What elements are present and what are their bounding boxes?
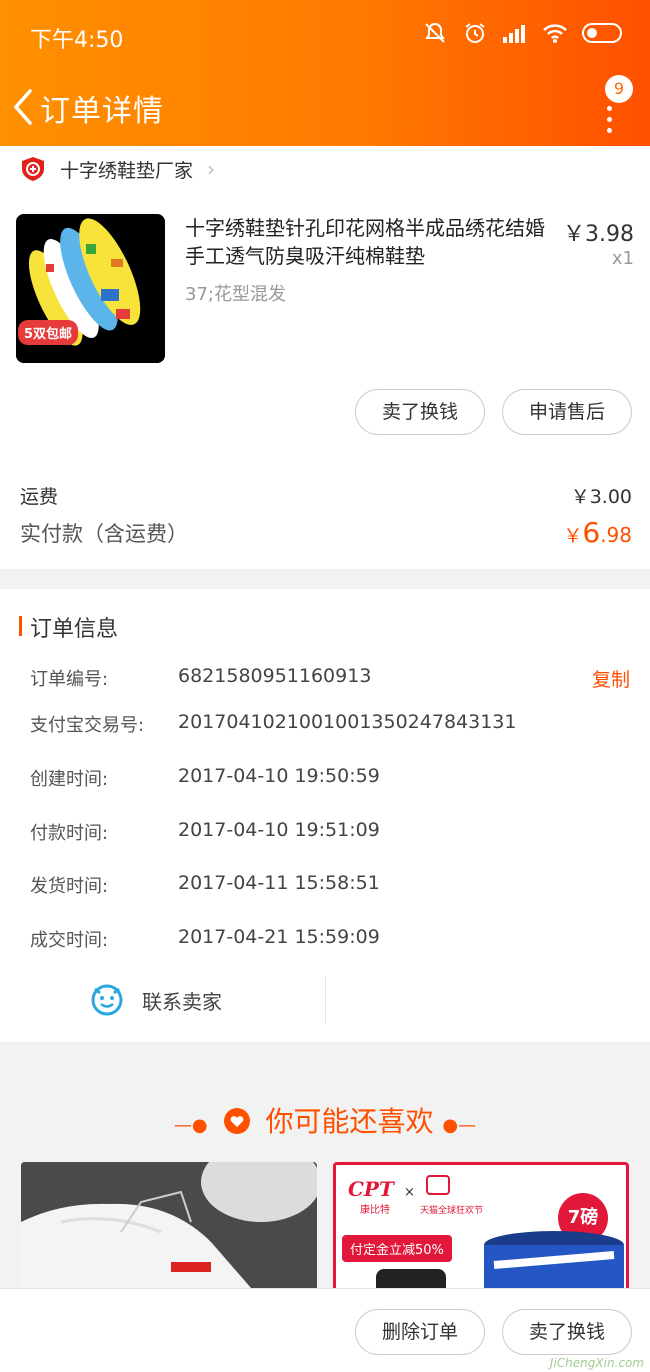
alarm-icon	[462, 20, 488, 46]
contact-seller-button[interactable]: 联系卖家	[90, 980, 222, 1020]
right-ornament: ●—	[442, 1115, 477, 1136]
tmall-cat-icon	[376, 1269, 446, 1288]
order-number-label: 订单编号:	[30, 669, 109, 690]
nav-bar: 订单详情 9	[0, 70, 650, 146]
protein-tub-image	[484, 1231, 624, 1288]
page-title: 订单详情	[40, 94, 164, 129]
created-time-value: 2017-04-10 19:50:59	[178, 765, 380, 787]
chevron-right-icon: ›	[207, 157, 216, 181]
order-info-card: 订单信息 订单编号: 6821580951160913 复制 支付宝交易号: 2…	[0, 589, 650, 1042]
signal-icon	[502, 20, 528, 46]
status-icons	[422, 20, 622, 46]
paid-integer: 6	[582, 516, 601, 549]
product-card: 十字绣鞋垫厂家 › 5双包邮 十字绣鞋垫针孔印花网格半成品绣花结婚手工透气防臭吸…	[0, 146, 650, 569]
paid-time-value: 2017-04-10 19:51:09	[178, 819, 380, 841]
shop-link[interactable]: 十字绣鞋垫厂家 ›	[20, 154, 215, 184]
footer-sell-button[interactable]: 卖了换钱	[502, 1309, 632, 1355]
recommend-item-cpt-ad[interactable]: CPT 康比特 × 天猫全球狂欢节 付定金立减50% 7磅	[333, 1162, 629, 1288]
ad-brand-sub: 康比特	[360, 1205, 390, 1216]
paid-label: 实付款（含运费）	[20, 521, 188, 546]
status-bar: 下午4:50	[0, 0, 650, 70]
mute-icon	[422, 20, 448, 46]
paid-currency: ￥	[563, 525, 583, 547]
product-title[interactable]: 十字绣鞋垫针孔印花网格半成品绣花结婚手工透气防臭吸汗纯棉鞋垫	[185, 214, 555, 270]
shipping-value: ￥3.00	[570, 486, 632, 508]
recommend-title-row: —● 你可能还喜欢 ●—	[0, 1100, 650, 1140]
product-quantity: x1	[611, 248, 634, 269]
ad-times: ×	[404, 1185, 415, 1200]
paid-row: 实付款（含运费） ￥6.98	[20, 516, 632, 549]
alipay-trade-value: 2017041021001001350247843131	[178, 711, 517, 733]
paid-decimal: .98	[600, 523, 632, 547]
completed-time-label: 成交时间:	[30, 930, 109, 951]
copy-button[interactable]: 复制	[592, 665, 630, 692]
shipped-time-value: 2017-04-11 15:58:51	[178, 872, 380, 894]
more-menu-icon[interactable]	[607, 106, 613, 139]
order-info-title: 订单信息	[30, 617, 119, 642]
status-time: 下午4:50	[30, 28, 124, 53]
ad-brand: CPT	[348, 1177, 394, 1201]
sell-for-cash-button[interactable]: 卖了换钱	[355, 389, 485, 435]
watermark: JiChengXin.com	[549, 1356, 644, 1370]
product-image-badge: 5双包邮	[18, 320, 79, 345]
header: 下午4:50 订单详情 9	[0, 0, 650, 146]
order-number-value: 6821580951160913	[178, 665, 372, 687]
delete-order-button[interactable]: 删除订单	[355, 1309, 485, 1355]
shipped-time-label: 发货时间:	[30, 876, 109, 897]
completed-time-value: 2017-04-21 15:59:09	[178, 926, 380, 948]
section-accent-bar	[19, 616, 22, 636]
product-price: ￥3.98	[563, 222, 634, 247]
shop-logo-icon	[22, 157, 44, 181]
shipping-row: 运费 ￥3.00	[20, 482, 632, 509]
double11-logo-icon	[426, 1175, 450, 1195]
footer-bar: 删除订单 卖了换钱 JiChengXin.com	[0, 1288, 650, 1372]
contact-seller-label: 联系卖家	[142, 989, 222, 1014]
apply-after-sale-button[interactable]: 申请售后	[502, 389, 632, 435]
paid-time-label: 付款时间:	[30, 823, 109, 844]
back-arrow-icon[interactable]	[10, 87, 38, 127]
wifi-icon	[542, 20, 568, 46]
chat-smile-icon	[91, 984, 123, 1016]
shop-name: 十字绣鞋垫厂家	[60, 159, 194, 182]
product-image[interactable]: 5双包邮	[16, 214, 165, 363]
recommend-item-sneaker[interactable]	[21, 1162, 317, 1288]
message-count-badge[interactable]: 9	[605, 75, 633, 103]
heart-icon	[223, 1108, 250, 1134]
shipping-label: 运费	[20, 486, 59, 508]
ad-discount: 付定金立减50%	[342, 1235, 452, 1262]
alipay-trade-label: 支付宝交易号:	[30, 715, 145, 736]
product-sku: 37;花型混发	[185, 284, 286, 305]
recommend-title: 你可能还喜欢	[265, 1105, 434, 1138]
left-ornament: —●	[173, 1115, 208, 1136]
divider	[325, 976, 326, 1024]
created-time-label: 创建时间:	[30, 769, 109, 790]
paid-amount: ￥6.98	[563, 516, 632, 549]
battery-icon	[582, 23, 622, 43]
